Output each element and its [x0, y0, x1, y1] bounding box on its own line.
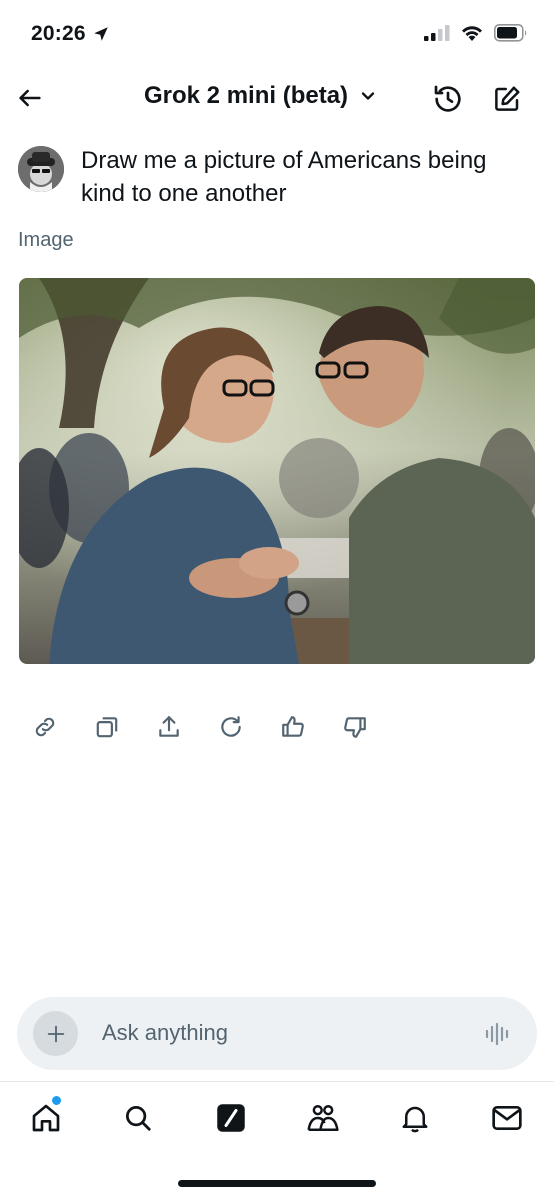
nav-grok[interactable]: [211, 1098, 251, 1138]
generated-image[interactable]: [19, 278, 535, 664]
communities-icon: [307, 1104, 339, 1132]
model-selector[interactable]: Grok 2 mini (beta): [144, 82, 378, 110]
search-icon: [126, 1106, 151, 1131]
status-time-text: 20:26: [31, 22, 86, 45]
nav-messages[interactable]: [487, 1098, 527, 1138]
nav-communities[interactable]: [303, 1098, 343, 1138]
battery-icon: [494, 24, 527, 42]
history-icon: [434, 85, 461, 112]
status-time: 20:26: [31, 22, 110, 46]
copy-icon: [96, 717, 118, 738]
model-title: Grok 2 mini (beta): [144, 82, 349, 109]
cellular-signal-icon: [424, 25, 450, 41]
ask-input[interactable]: [102, 1015, 462, 1051]
attach-button[interactable]: [33, 1011, 78, 1056]
response-actions: [26, 708, 374, 746]
thumbs-up-icon: [282, 716, 304, 737]
voice-waveform-icon: [485, 1022, 509, 1046]
voice-button[interactable]: [481, 1017, 515, 1051]
like-button[interactable]: [274, 708, 312, 746]
copy-link-button[interactable]: [26, 708, 64, 746]
grok-icon: [217, 1104, 245, 1132]
compose-icon: [495, 86, 520, 111]
status-bar: 20:26: [0, 0, 554, 68]
response-type-label: Image: [18, 229, 74, 251]
regenerate-button[interactable]: [212, 708, 250, 746]
composer: [17, 997, 537, 1070]
plus-icon: [47, 1025, 64, 1042]
link-icon: [35, 717, 55, 737]
share-icon: [159, 716, 179, 737]
home-notification-dot: [52, 1096, 61, 1105]
nav-search[interactable]: [118, 1098, 158, 1138]
home-indicator: [178, 1180, 376, 1187]
nav-home[interactable]: [26, 1098, 66, 1138]
chevron-down-icon: [361, 92, 375, 100]
nav-notifications[interactable]: [395, 1098, 435, 1138]
back-arrow-icon: [19, 89, 41, 107]
location-arrow-icon: [93, 27, 108, 41]
home-icon: [32, 1104, 60, 1132]
notifications-icon: [402, 1106, 428, 1133]
user-message-text: Draw me a picture of Americans being kin…: [81, 147, 487, 207]
generated-image-illustration: [19, 278, 535, 664]
wifi-icon: [462, 26, 482, 41]
history-button[interactable]: [430, 81, 466, 117]
messages-icon: [492, 1106, 522, 1130]
status-icons: [424, 24, 528, 42]
new-chat-button[interactable]: [489, 81, 525, 117]
dislike-button[interactable]: [336, 708, 374, 746]
share-button[interactable]: [150, 708, 188, 746]
chat-header: Grok 2 mini (beta): [0, 70, 554, 128]
back-button[interactable]: [12, 80, 48, 116]
avatar[interactable]: [18, 146, 64, 192]
copy-button[interactable]: [88, 708, 126, 746]
regenerate-icon: [221, 716, 241, 737]
thumbs-down-icon: [344, 717, 366, 738]
